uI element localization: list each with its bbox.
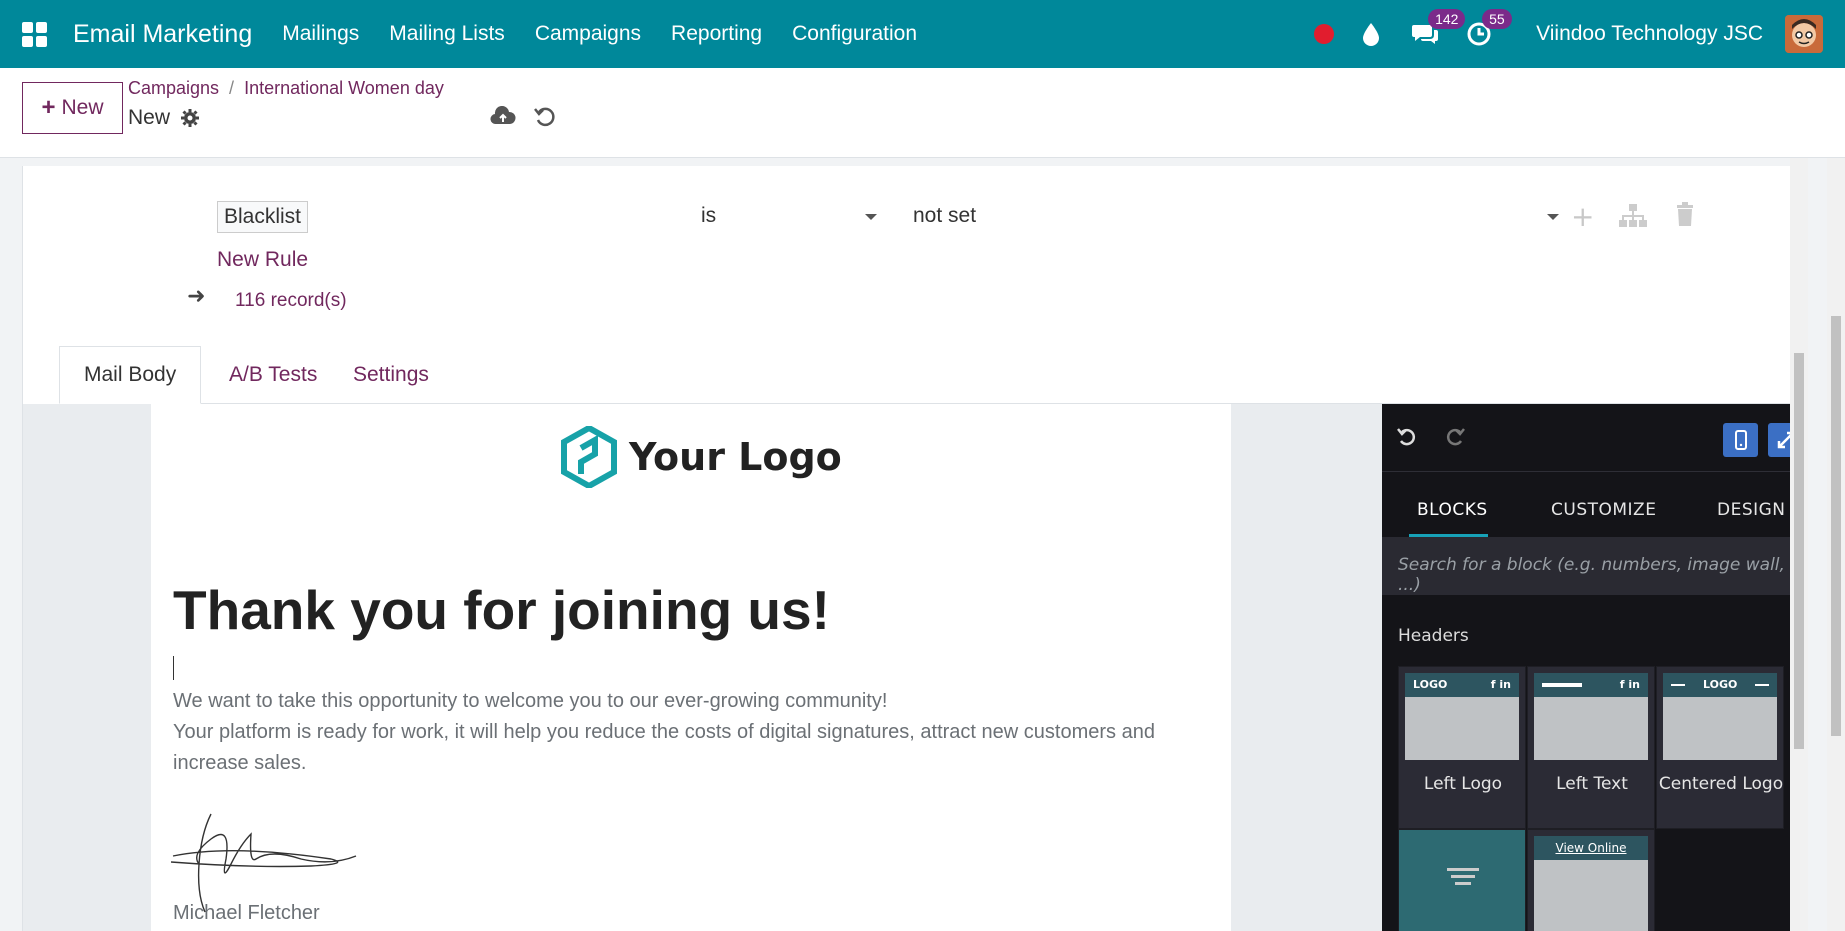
messages-icon[interactable]: 142 [1410, 9, 1466, 49]
thumb-logo-text: LOGO [1413, 678, 1448, 691]
new-button-label: New [61, 96, 104, 119]
text-cursor [173, 656, 174, 680]
add-rule-plus-icon[interactable]: + [1571, 200, 1594, 233]
editor-scrollbar[interactable] [1790, 158, 1808, 931]
snippets-toolbar [1382, 404, 1806, 472]
breadcrumb-campaigns[interactable]: Campaigns [128, 78, 219, 98]
activities-count-badge: 55 [1482, 9, 1512, 29]
menu-reporting[interactable]: Reporting [671, 22, 762, 46]
gear-icon[interactable] [180, 108, 200, 128]
record-count-link[interactable]: 116 record(s) [235, 290, 347, 312]
block-centered-logo[interactable]: LOGO Centered Logo [1656, 666, 1784, 829]
delete-rule-trash-icon[interactable] [1675, 202, 1695, 226]
lines-icon [1447, 868, 1479, 885]
mobile-icon [1734, 430, 1747, 450]
thumbnail-header: f in [1534, 673, 1648, 697]
mail-body-editor: Your Logo Thank you for joining us! We w… [23, 404, 1806, 931]
discard-undo-icon[interactable] [534, 106, 556, 128]
signature-name: Michael Fletcher [173, 902, 320, 924]
record-name-label: New [128, 106, 171, 129]
menu-campaigns[interactable]: Campaigns [535, 22, 641, 46]
block-label: Left Logo [1423, 774, 1503, 794]
tab-customize[interactable]: CUSTOMIZE [1551, 500, 1656, 520]
user-avatar[interactable] [1785, 15, 1823, 53]
form-sheet: Blacklist is not set + New Rule ➜ 116 re… [22, 166, 1807, 931]
redo-icon[interactable] [1444, 426, 1466, 448]
tab-blocks[interactable]: BLOCKS [1417, 500, 1488, 520]
menu-configuration[interactable]: Configuration [792, 22, 917, 46]
menu-mailing-lists[interactable]: Mailing Lists [389, 22, 505, 46]
email-canvas[interactable]: Your Logo Thank you for joining us! We w… [151, 404, 1231, 931]
mobile-preview-button[interactable] [1723, 423, 1758, 457]
undo-icon[interactable] [1396, 426, 1418, 448]
activities-clock-icon[interactable]: 55 [1464, 9, 1512, 49]
logo-text: Your Logo [629, 435, 842, 479]
breadcrumb-separator: / [229, 78, 235, 98]
email-paragraph-2[interactable]: Your platform is ready for work, it will… [173, 717, 1213, 779]
signature-image[interactable] [171, 804, 371, 914]
logo-mark-icon [561, 426, 617, 488]
social-icons: f in [1490, 678, 1511, 691]
email-heading[interactable]: Thank you for joining us! [173, 578, 830, 642]
thumb-logo-text: LOGO [1703, 678, 1738, 691]
email-logo[interactable]: Your Logo [561, 426, 842, 488]
category-headers: Headers [1398, 626, 1469, 646]
new-rule-link[interactable]: New Rule [217, 248, 308, 272]
thumbnail-header: LOGO [1663, 673, 1777, 697]
block-search-input[interactable]: Search for a block (e.g. numbers, image … [1382, 537, 1806, 595]
menu-mailings[interactable]: Mailings [282, 22, 359, 46]
recording-icon[interactable] [1314, 24, 1335, 44]
notebook-tabs: Mail Body A/B Tests Settings [59, 346, 1799, 404]
block-thumbnail: LOGO [1663, 673, 1777, 760]
operator-caret-icon [865, 214, 877, 220]
messages-count-badge: 142 [1428, 9, 1466, 29]
tab-settings[interactable]: Settings [329, 346, 453, 404]
breadcrumb-campaign[interactable]: International Women day [244, 78, 444, 98]
plus-icon: + [41, 94, 56, 121]
tab-ab-tests[interactable]: A/B Tests [205, 346, 341, 404]
block-thumbnail: LOGO f in [1405, 673, 1519, 760]
drop-icon[interactable] [1356, 19, 1386, 49]
menu-line [1755, 684, 1769, 686]
add-branch-icon[interactable] [1619, 204, 1647, 228]
snippets-panel: BLOCKS CUSTOMIZE DESIGN Search for a blo… [1382, 404, 1806, 931]
social-icons: f in [1619, 678, 1640, 691]
app-name[interactable]: Email Marketing [73, 20, 252, 49]
domain-field-selector[interactable]: Blacklist [217, 201, 309, 233]
block-label: Left Text [1556, 774, 1628, 794]
thumbnail-header: LOGO f in [1405, 673, 1519, 697]
scroll-thumb[interactable] [1794, 353, 1804, 749]
page-scrollbar[interactable] [1827, 158, 1845, 931]
value-caret-icon [1547, 214, 1559, 220]
company-switcher[interactable]: Viindoo Technology JSC [1536, 22, 1763, 46]
domain-value-select[interactable]: not set [913, 204, 976, 228]
text-line [1542, 683, 1582, 687]
control-panel: + New Campaigns / International Women day N… [0, 68, 1845, 158]
block-thumbnail: f in [1534, 673, 1648, 760]
record-name: New [128, 106, 200, 130]
apps-menu-icon[interactable] [18, 18, 50, 50]
scroll-thumb[interactable] [1831, 316, 1841, 736]
tab-design[interactable]: DESIGN [1717, 500, 1786, 520]
email-paragraph-1[interactable]: We want to take this opportunity to welc… [173, 686, 1213, 717]
view-online-link: View Online [1534, 836, 1648, 860]
menu-line [1671, 684, 1685, 686]
domain-operator-select[interactable]: is [701, 204, 716, 228]
new-button[interactable]: + New [22, 82, 123, 134]
breadcrumb: Campaigns / International Women day [128, 78, 444, 99]
block-left-text[interactable]: f in Left Text [1527, 666, 1655, 829]
arrow-right-icon: ➜ [187, 284, 206, 309]
cloud-upload-icon[interactable] [490, 106, 516, 128]
block-left-logo[interactable]: LOGO f in Left Logo [1398, 666, 1526, 829]
block-thumbnail: View Online [1534, 836, 1648, 931]
block-header-banner[interactable] [1398, 829, 1526, 931]
tab-mail-body[interactable]: Mail Body [59, 346, 202, 404]
form-content: Blacklist is not set + New Rule ➜ 116 re… [0, 158, 1845, 931]
block-view-online[interactable]: View Online [1527, 829, 1655, 931]
top-navbar: Email Marketing Mailings Mailing Lists C… [0, 0, 1845, 68]
block-label: Centered Logo [1658, 774, 1784, 794]
